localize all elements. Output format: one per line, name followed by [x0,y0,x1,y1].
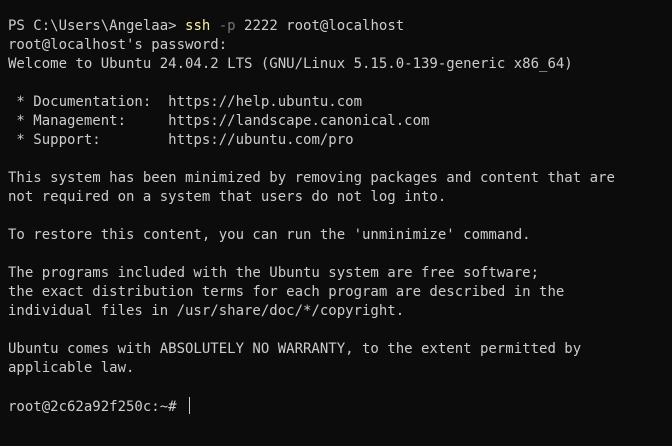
link-url[interactable]: https://landscape.canonical.com [168,113,429,129]
shell-prompt-line[interactable]: root@2c62a92f250c:~# [8,397,672,416]
motd-line: This system has been minimized by removi… [8,170,615,186]
link-url[interactable]: https://help.ubuntu.com [168,94,362,110]
motd-line: the exact distribution terms for each pr… [8,284,565,300]
motd-line: not required on a system that users do n… [8,189,447,205]
link-label: * Management: [8,113,169,129]
motd-line: Ubuntu comes with ABSOLUTELY NO WARRANTY… [8,341,582,357]
link-label: * Support: [8,132,169,148]
link-documentation: * Documentation: https://help.ubuntu.com [8,93,672,112]
powershell-command-line: PS C:\Users\Angelaa> ssh -p 2222 root@lo… [8,17,672,36]
link-support: * Support: https://ubuntu.com/pro [8,131,672,150]
password-prompt: root@localhost's password: [8,37,228,53]
text-cursor [189,397,191,414]
port-flag: -p [218,18,236,34]
terminal-window[interactable]: PS C:\Users\Angelaa> ssh -p 2222 root@lo… [0,0,672,446]
link-label: * Documentation: [8,94,169,110]
link-url[interactable]: https://ubuntu.com/pro [168,132,353,148]
shell-prompt: root@2c62a92f250c:~# [8,399,186,415]
ssh-command: ssh [185,18,211,34]
motd-line: applicable law. [8,360,135,376]
motd-line: To restore this content, you can run the… [8,227,531,243]
motd-line: The programs included with the Ubuntu sy… [8,265,540,281]
ssh-args: 2222 root@localhost [235,18,405,34]
powershell-prompt: PS C:\Users\Angelaa> [8,18,186,34]
welcome-message: Welcome to Ubuntu 24.04.2 LTS (GNU/Linux… [8,56,573,72]
link-management: * Management: https://landscape.canonica… [8,112,672,131]
motd-line: individual files in /usr/share/doc/*/cop… [8,303,405,319]
